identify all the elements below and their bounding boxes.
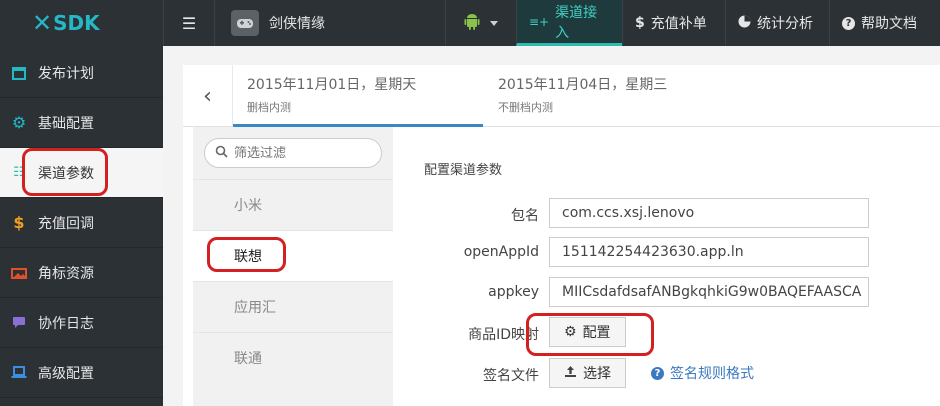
dollar-icon: $ <box>13 213 25 232</box>
date-label: 2015年11月01日，星期天 <box>247 77 417 93</box>
android-icon <box>464 12 480 34</box>
chevron-left-icon: ‹ <box>203 83 212 109</box>
field-label: openAppId <box>463 244 539 260</box>
tab-label: 帮助文档 <box>861 16 917 32</box>
sidebar-item-recharge-callback[interactable]: $ 充值回调 <box>0 198 163 248</box>
field-label: 包名 <box>511 208 539 224</box>
sign-rules-link[interactable]: ? 签名规则格式 <box>651 363 754 383</box>
calendar-icon <box>0 66 38 80</box>
gear-icon: ⚙ <box>11 113 27 132</box>
field-open-app-id: openAppId 151142254423630.app.ln <box>424 237 924 267</box>
highlight-annotation <box>207 237 286 272</box>
channel-search[interactable] <box>204 138 382 168</box>
sidebar-item-advanced-config[interactable]: 高级配置 <box>0 348 163 398</box>
laptop-icon <box>0 366 38 379</box>
upload-icon <box>564 365 577 382</box>
open-app-id-input[interactable]: 151142254423630.app.ln <box>549 237 869 267</box>
channel-item[interactable]: 联通 <box>193 332 393 383</box>
field-sign-file: 签名文件 选择 ? 签名规则格式 <box>424 358 924 388</box>
gamepad-icon <box>231 10 259 36</box>
chevron-down-icon <box>489 20 498 26</box>
tab-recharge[interactable]: $ 充值补单 <box>622 0 725 46</box>
top-bar: ✕ SDK ☰ 剑侠情缘 ≡+ 渠道接入 $ 充值补单 统计分析 ? 帮助文档 <box>0 0 940 46</box>
tab-help[interactable]: ? 帮助文档 <box>829 0 940 46</box>
sidebar-item-basic-config[interactable]: ⚙ 基础配置 <box>0 98 163 148</box>
channel-item[interactable]: 小米 <box>193 179 393 230</box>
main-panel: ‹ 2015年11月01日，星期天 删档内测 2015年11月04日，星期三 不… <box>183 65 940 406</box>
chat-icon <box>0 316 38 329</box>
date-sublabel: 不删档内测 <box>498 101 553 114</box>
button-label: 选择 <box>583 366 611 382</box>
logo-text: SDK <box>53 11 100 35</box>
tab-channel-access[interactable]: ≡+ 渠道接入 <box>516 0 622 46</box>
logo-mark: ✕ <box>32 9 52 37</box>
appkey-input[interactable]: MIICsdafdsafANBgkqhkiG9w0BAQEFAASCA <box>549 277 869 307</box>
sidebar-item-label: 充值回调 <box>38 215 94 232</box>
sidebar-item-badge-resources[interactable]: 角标资源 <box>0 248 163 298</box>
sidebar: 发布计划 ⚙ 基础配置 ☷ 渠道参数 $ 充值回调 角标资源 协作日志 高级配置 <box>0 46 163 406</box>
back-button[interactable]: ‹ <box>183 65 233 127</box>
logo: ✕ SDK <box>0 0 163 46</box>
search-icon <box>215 145 228 162</box>
project-selector[interactable]: 剑侠情缘 <box>215 0 325 46</box>
config-title: 配置渠道参数 <box>424 163 503 178</box>
highlight-annotation <box>526 313 654 356</box>
sidebar-item-collab-log[interactable]: 协作日志 <box>0 298 163 348</box>
date-label: 2015年11月04日，星期三 <box>498 77 668 93</box>
help-icon: ? <box>842 16 855 30</box>
tab-label: 充值补单 <box>650 16 707 32</box>
tab-label: 统计分析 <box>757 16 813 32</box>
sidebar-item-label: 高级配置 <box>38 365 94 382</box>
tab-statistics[interactable]: 统计分析 <box>725 0 829 46</box>
platform-selector[interactable] <box>445 0 515 46</box>
package-name-input[interactable]: com.ccs.xsj.lenovo <box>549 198 869 228</box>
list-icon: ☰ <box>181 13 197 33</box>
sidebar-item-label: 协作日志 <box>38 315 94 332</box>
date-tab-2[interactable]: 2015年11月04日，星期三 不删档内测 <box>484 65 734 127</box>
image-icon <box>0 266 38 279</box>
highlight-annotation <box>22 148 108 196</box>
search-input[interactable] <box>234 145 374 161</box>
date-sublabel: 删档内测 <box>247 101 291 114</box>
field-label: 签名文件 <box>483 368 539 384</box>
channel-item[interactable]: 应用汇 <box>193 281 393 332</box>
field-appkey: appkey MIICsdafdsafANBgkqhkiG9w0BAQEFAAS… <box>424 277 924 307</box>
field-product-id-map: 商品ID映射 ⚙ 配置 <box>424 317 924 347</box>
help-icon: ? <box>651 366 664 380</box>
sidebar-item-label: 基础配置 <box>38 115 94 132</box>
date-bar: ‹ 2015年11月01日，星期天 删档内测 2015年11月04日，星期三 不… <box>183 65 940 127</box>
choose-file-button[interactable]: 选择 <box>549 358 626 388</box>
tab-label: 渠道接入 <box>555 4 598 41</box>
list-plus-icon: ≡+ <box>529 14 550 29</box>
project-name: 剑侠情缘 <box>269 16 325 32</box>
field-label: appkey <box>488 284 539 300</box>
sidebar-item-label: 角标资源 <box>38 265 94 282</box>
link-label: 签名规则格式 <box>670 366 754 382</box>
menu-toggle-button[interactable]: ☰ <box>163 0 215 46</box>
dollar-icon: $ <box>635 15 645 31</box>
field-package-name: 包名 com.ccs.xsj.lenovo <box>424 198 924 228</box>
date-tab-1[interactable]: 2015年11月01日，星期天 删档内测 <box>233 65 483 127</box>
sidebar-item-label: 发布计划 <box>38 65 94 82</box>
pie-chart-icon <box>738 15 751 32</box>
sidebar-item-release-plan[interactable]: 发布计划 <box>0 48 163 98</box>
